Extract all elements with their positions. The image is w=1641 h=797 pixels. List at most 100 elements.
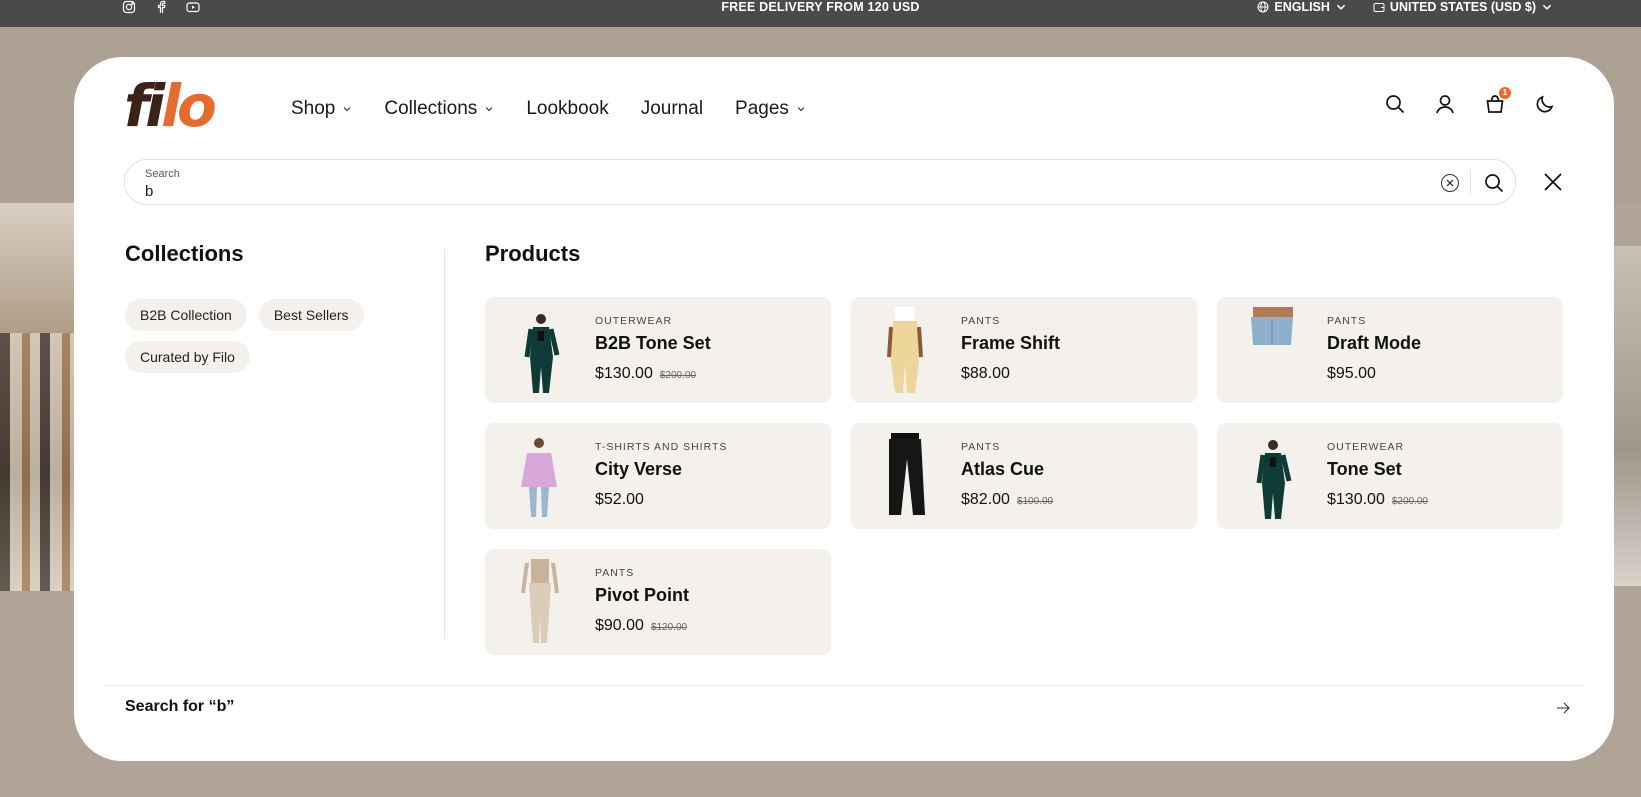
nav-label: Shop	[291, 98, 336, 119]
product-price: $82.00 $100.00	[961, 491, 1053, 509]
product-image	[873, 307, 937, 393]
current-price: $82.00	[961, 491, 1010, 508]
product-card[interactable]: PANTS Pivot Point $90.00 $120.00	[485, 549, 831, 655]
collection-tag[interactable]: B2B Collection	[125, 299, 247, 331]
product-category: OUTERWEAR	[1327, 441, 1405, 453]
logo-part-dark: fi	[124, 72, 165, 140]
nav-item-lookbook[interactable]: Lookbook	[526, 93, 608, 125]
product-category: PANTS	[961, 441, 1001, 453]
current-price: $95.00	[1327, 365, 1376, 382]
search-divider	[1470, 170, 1471, 196]
hero-image-right	[1613, 246, 1641, 586]
locale-selectors: ENGLISH UNITED STATES (USD $)	[1257, 0, 1553, 14]
product-name: Frame Shift	[961, 333, 1061, 353]
product-name: B2B Tone Set	[595, 333, 711, 353]
chevron-down-icon	[343, 107, 351, 112]
product-name: City Verse	[595, 459, 683, 479]
old-price: $100.00	[1016, 496, 1054, 507]
product-name: Tone Set	[1327, 459, 1402, 479]
chevron-down-icon	[1542, 4, 1552, 10]
language-selector[interactable]: ENGLISH	[1257, 0, 1347, 14]
product-category: OUTERWEAR	[595, 315, 673, 327]
cart-icon[interactable]: 1	[1484, 87, 1511, 115]
wallet-icon	[1373, 3, 1385, 12]
products-title: Products	[485, 241, 581, 266]
product-image	[1239, 433, 1303, 519]
main-nav: Shop Collections Lookbook Journal Pages	[291, 93, 806, 125]
old-price: $120.00	[650, 622, 688, 633]
footer-divider	[104, 685, 1584, 686]
collection-tag[interactable]: Best Sellers	[258, 299, 364, 331]
product-price: $52.00	[595, 491, 651, 509]
product-name: Draft Mode	[1327, 333, 1421, 353]
current-price: $90.00	[595, 617, 644, 634]
current-price: $130.00	[1327, 491, 1385, 508]
search-panel: filo Shop Collections Lookbook Journal P…	[74, 57, 1614, 761]
nav-label: Lookbook	[526, 98, 609, 119]
announcement-bar: FREE DELIVERY FROM 120 USD ENGLISH UNITE…	[0, 0, 1641, 27]
product-category: PANTS	[1327, 315, 1367, 327]
clear-search-button[interactable]	[1441, 174, 1459, 192]
logo-part-accent: lo	[161, 72, 217, 140]
product-price: $95.00	[1327, 365, 1383, 383]
language-label: ENGLISH	[1274, 0, 1330, 14]
product-name: Atlas Cue	[961, 459, 1045, 479]
search-submit-button[interactable]	[1483, 172, 1505, 194]
chevron-down-icon	[485, 107, 493, 112]
current-price: $52.00	[595, 491, 644, 508]
product-image	[873, 433, 937, 519]
nav-label: Collections	[384, 98, 478, 119]
old-price: $200.00	[659, 370, 696, 381]
search-icon[interactable]	[1384, 93, 1406, 115]
current-price: $130.00	[595, 365, 653, 382]
currency-label: UNITED STATES (USD $)	[1389, 0, 1536, 14]
chevron-down-icon	[1336, 4, 1346, 10]
collection-tags: B2B Collection Best Sellers Curated by F…	[125, 299, 385, 373]
column-divider	[444, 249, 445, 639]
nav-item-collections[interactable]: Collections	[384, 93, 494, 125]
header-actions: 1	[1384, 87, 1556, 115]
product-price: $90.00 $120.00	[595, 617, 687, 635]
product-card[interactable]: OUTERWEAR Tone Set $130.00 $200.00	[1217, 423, 1563, 529]
search-input[interactable]	[145, 181, 1345, 201]
product-grid: OUTERWEAR B2B Tone Set $130.00 $200.00 P…	[485, 297, 1565, 655]
nav-label: Pages	[735, 98, 789, 119]
moon-icon[interactable]	[1534, 93, 1556, 115]
chevron-down-icon	[797, 107, 805, 112]
search-icon	[1485, 174, 1504, 193]
product-price: $88.00	[961, 365, 1017, 383]
product-card[interactable]: OUTERWEAR B2B Tone Set $130.00 $200.00	[485, 297, 831, 403]
product-image	[507, 559, 571, 645]
product-price: $130.00 $200.00	[595, 365, 696, 383]
collections-title: Collections	[125, 241, 244, 266]
nav-label: Journal	[640, 98, 704, 119]
close-search-button[interactable]	[1542, 171, 1564, 193]
arrow-right-icon[interactable]	[1555, 700, 1571, 716]
globe-icon	[1257, 1, 1269, 13]
hero-image-plaid	[0, 333, 75, 591]
product-card[interactable]: PANTS Frame Shift $88.00	[851, 297, 1197, 403]
account-icon[interactable]	[1434, 93, 1456, 115]
old-price: $200.00	[1391, 496, 1428, 507]
hero-image-left	[0, 203, 75, 591]
product-category: PANTS	[961, 315, 1001, 327]
close-icon	[1446, 179, 1454, 187]
search-all-results-link[interactable]: Search for “b”	[125, 698, 234, 716]
product-price: $130.00 $200.00	[1327, 491, 1428, 509]
product-name: Pivot Point	[595, 585, 689, 605]
search-field: Search	[124, 159, 1516, 205]
search-label: Search	[145, 168, 180, 180]
close-icon	[1544, 173, 1562, 191]
nav-item-shop[interactable]: Shop	[291, 93, 352, 125]
cart-count-badge: 1	[1499, 87, 1511, 99]
product-image	[1239, 307, 1303, 393]
nav-item-journal[interactable]: Journal	[641, 93, 703, 125]
product-image	[507, 307, 571, 393]
collection-tag[interactable]: Curated by Filo	[125, 341, 250, 373]
product-card[interactable]: T-SHIRTS AND SHIRTS City Verse $52.00	[485, 423, 831, 529]
site-logo[interactable]: filo	[124, 77, 217, 135]
product-card[interactable]: PANTS Atlas Cue $82.00 $100.00	[851, 423, 1197, 529]
product-card[interactable]: PANTS Draft Mode $95.00	[1217, 297, 1563, 403]
nav-item-pages[interactable]: Pages	[735, 93, 806, 125]
currency-selector[interactable]: UNITED STATES (USD $)	[1373, 0, 1553, 14]
